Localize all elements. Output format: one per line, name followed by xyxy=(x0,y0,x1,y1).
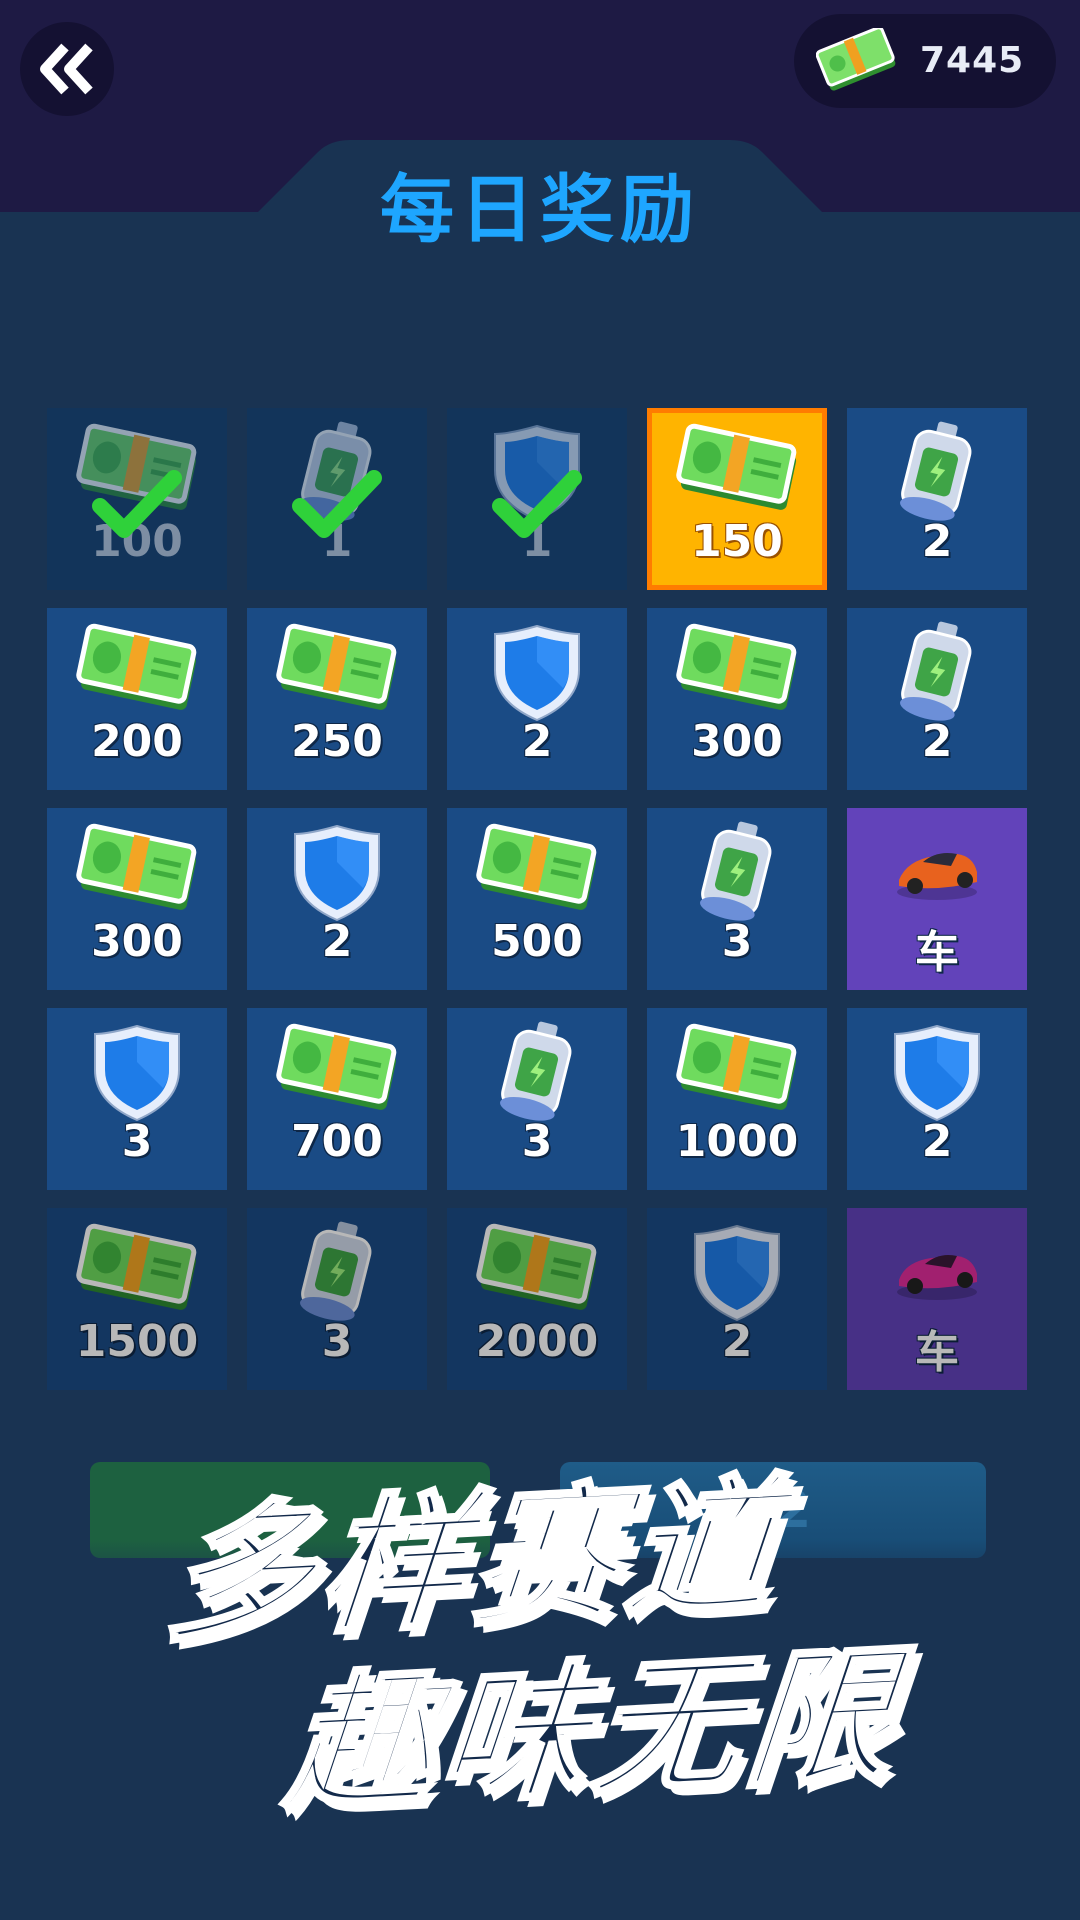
reward-amount: 2 xyxy=(321,916,353,967)
cash-icon xyxy=(676,1023,797,1110)
reward-cell-day-7[interactable]: 250 xyxy=(247,608,427,790)
battery-icon xyxy=(900,421,972,521)
cash-icon xyxy=(476,823,597,910)
battery-icon xyxy=(500,1021,572,1121)
orange-car-icon xyxy=(897,853,977,900)
shield-icon xyxy=(294,824,380,922)
reward-cell-day-20[interactable]: 2 xyxy=(847,1008,1027,1190)
cash-icon xyxy=(676,623,797,710)
reward-amount: 2 xyxy=(721,1316,753,1367)
reward-amount: 2 xyxy=(521,716,553,767)
reward-cell-day-4[interactable]: 150 xyxy=(647,408,827,590)
slogan-line-2: 趣味无限 xyxy=(277,1627,908,1835)
reward-amount: 3 xyxy=(321,1316,353,1367)
reward-amount: 1500 xyxy=(75,1316,199,1367)
reward-cell-day-18[interactable]: 3 xyxy=(447,1008,627,1190)
shield-icon xyxy=(494,624,580,722)
reward-cell-day-6[interactable]: 200 xyxy=(47,608,227,790)
reward-cell-day-12[interactable]: 2 xyxy=(247,808,427,990)
reward-cell-day-10[interactable]: 2 xyxy=(847,608,1027,790)
reward-amount: 车 xyxy=(915,927,959,978)
reward-amount: 3 xyxy=(121,1116,153,1167)
reward-cell-day-21[interactable]: 1500 xyxy=(47,1208,227,1390)
pink-car-icon xyxy=(897,1255,977,1300)
cash-icon xyxy=(76,623,197,710)
reward-amount: 300 xyxy=(691,716,783,767)
reward-cell-day-5[interactable]: 2 xyxy=(847,408,1027,590)
cash-icon xyxy=(76,823,197,910)
reward-cell-day-16[interactable]: 3 xyxy=(47,1008,227,1190)
cash-icon xyxy=(76,1223,197,1310)
reward-cell-day-25[interactable]: 车 xyxy=(847,1208,1027,1390)
reward-cell-day-23[interactable]: 2000 xyxy=(447,1208,627,1390)
shield-icon xyxy=(894,1024,980,1122)
rewards-grid: 100 1 1 150 2 200 250 2 300 2 300 2 500 … xyxy=(0,0,1080,1400)
reward-amount: 2 xyxy=(921,716,953,767)
reward-amount: 3 xyxy=(721,916,753,967)
reward-cell-day-13[interactable]: 500 xyxy=(447,808,627,990)
reward-amount: 3 xyxy=(521,1116,553,1167)
reward-amount: 300 xyxy=(91,916,183,967)
reward-amount: 150 xyxy=(691,516,783,567)
check-icon xyxy=(292,470,382,538)
reward-amount: 700 xyxy=(291,1116,383,1167)
reward-cell-day-24[interactable]: 2 xyxy=(647,1208,827,1390)
reward-amount: 1000 xyxy=(675,1116,799,1167)
battery-icon xyxy=(900,621,972,721)
reward-cell-day-1[interactable]: 100 xyxy=(47,408,227,590)
reward-cell-day-19[interactable]: 1000 xyxy=(647,1008,827,1190)
reward-cell-day-15[interactable]: 车 xyxy=(847,808,1027,990)
reward-amount: 500 xyxy=(491,916,583,967)
cash-icon xyxy=(276,1023,397,1110)
reward-cell-day-11[interactable]: 300 xyxy=(47,808,227,990)
reward-cell-day-14[interactable]: 3 xyxy=(647,808,827,990)
reward-cell-day-3[interactable]: 1 xyxy=(447,408,627,590)
cash-icon xyxy=(676,423,797,510)
reward-amount: 2 xyxy=(921,516,953,567)
cash-icon xyxy=(276,623,397,710)
reward-cell-day-2[interactable]: 1 xyxy=(247,408,427,590)
battery-icon xyxy=(300,1221,372,1321)
shield-icon xyxy=(94,1024,180,1122)
reward-amount: 250 xyxy=(291,716,383,767)
reward-amount: 2 xyxy=(921,1116,953,1167)
battery-icon xyxy=(700,821,772,921)
check-icon xyxy=(492,470,582,538)
reward-cell-day-9[interactable]: 300 xyxy=(647,608,827,790)
check-icon xyxy=(92,470,182,538)
reward-amount: 200 xyxy=(91,716,183,767)
reward-cell-day-22[interactable]: 3 xyxy=(247,1208,427,1390)
shield-icon xyxy=(694,1224,780,1322)
reward-cell-day-8[interactable]: 2 xyxy=(447,608,627,790)
cash-icon xyxy=(476,1223,597,1310)
reward-cell-day-17[interactable]: 700 xyxy=(247,1008,427,1190)
reward-amount: 2000 xyxy=(475,1316,599,1367)
reward-amount: 车 xyxy=(915,1327,959,1378)
